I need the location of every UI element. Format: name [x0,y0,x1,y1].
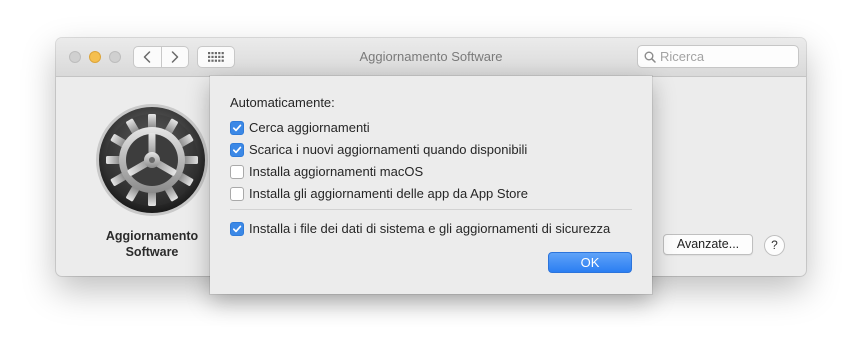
option-label: Scarica i nuovi aggiornamenti quando dis… [249,142,528,157]
option-label: Installa gli aggiornamenti delle app da … [249,186,528,201]
software-update-icon [95,103,209,222]
checkbox[interactable] [230,186,244,201]
checkmark-icon [232,124,242,131]
sheet-heading: Automaticamente: [230,95,335,110]
ok-button[interactable]: OK [548,252,632,273]
pane-label: Aggiornamento Software [76,228,228,260]
search-field[interactable] [637,45,799,68]
checkbox[interactable] [230,120,244,135]
search-input[interactable] [660,49,790,64]
help-button[interactable]: ? [764,235,785,256]
option-label: Installa i file dei dati di sistema e gl… [249,221,611,236]
option-check-updates[interactable]: Cerca aggiornamenti [230,120,370,135]
advanced-button[interactable]: Avanzate... [663,234,753,255]
pane-label-line2: Software [125,245,179,259]
checkmark-icon [232,146,242,153]
automatic-updates-sheet: Automaticamente: Cerca aggiornamenti Sca… [210,76,652,294]
option-install-macos[interactable]: Installa aggiornamenti macOS [230,164,423,179]
option-label: Cerca aggiornamenti [249,120,370,135]
option-label: Installa aggiornamenti macOS [249,164,424,179]
pane-label-line1: Aggiornamento [105,229,199,243]
divider [230,209,632,210]
option-install-app-store[interactable]: Installa gli aggiornamenti delle app da … [230,186,528,201]
checkmark-icon [232,225,242,232]
option-download-updates[interactable]: Scarica i nuovi aggiornamenti quando dis… [230,142,527,157]
checkbox[interactable] [230,142,244,157]
checkbox[interactable] [230,221,244,236]
gear-icon [96,104,208,216]
checkbox[interactable] [230,164,244,179]
title-bar: Aggiornamento Software [56,38,806,77]
search-icon [644,51,656,63]
option-security-updates[interactable]: Installa i file dei dati di sistema e gl… [230,221,610,236]
